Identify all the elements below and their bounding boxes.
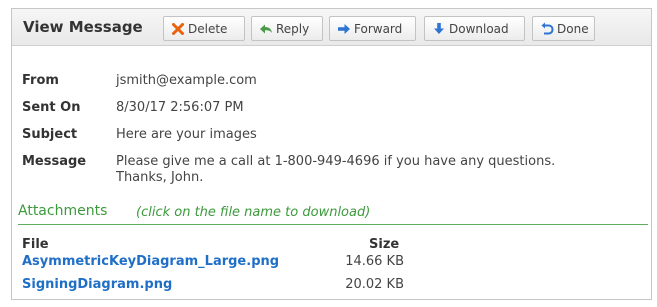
- reply-button-label: Reply: [276, 21, 310, 36]
- from-value: jsmith@example.com: [116, 73, 257, 88]
- delete-button[interactable]: Delete: [163, 16, 245, 41]
- toolbar: View Message Delete Reply Forward Downlo…: [12, 9, 651, 46]
- delete-button-label: Delete: [188, 21, 228, 36]
- file-column-header: File: [22, 237, 49, 252]
- forward-button[interactable]: Forward: [329, 16, 416, 41]
- subject-label: Subject: [22, 127, 78, 142]
- attachment-size: 14.66 KB: [345, 254, 404, 269]
- sent-on-value: 8/30/17 2:56:07 PM: [116, 100, 244, 115]
- reply-arrow-icon: [259, 22, 273, 36]
- download-button-label: Download: [449, 21, 509, 36]
- down-arrow-icon: [432, 22, 446, 36]
- forward-button-label: Forward: [354, 21, 403, 36]
- attachments-hint: (click on the file name to download): [136, 205, 371, 220]
- done-button-label: Done: [557, 21, 589, 36]
- attachment-link[interactable]: SigningDiagram.png: [22, 277, 172, 292]
- done-button[interactable]: Done: [532, 16, 595, 41]
- from-label: From: [22, 73, 59, 88]
- subject-value: Here are your images: [116, 127, 257, 142]
- x-icon: [171, 22, 185, 36]
- attachment-link[interactable]: AsymmetricKeyDiagram_Large.png: [22, 254, 279, 269]
- message-body-line-2: Thanks, John.: [116, 170, 204, 185]
- download-button[interactable]: Download: [424, 16, 525, 41]
- message-body-line-1: Please give me a call at 1-800-949-4696 …: [116, 154, 556, 169]
- message-label: Message: [22, 154, 87, 169]
- attachments-header: Attachments (click on the file name to d…: [18, 203, 648, 225]
- undo-arrow-icon: [540, 22, 554, 36]
- reply-button[interactable]: Reply: [251, 16, 323, 41]
- message-panel: View Message Delete Reply Forward Downlo…: [11, 8, 652, 300]
- page-title: View Message: [23, 18, 143, 36]
- attachments-title: Attachments: [18, 203, 108, 219]
- forward-arrow-icon: [337, 22, 351, 36]
- sent-on-label: Sent On: [22, 100, 81, 115]
- attachment-size: 20.02 KB: [345, 277, 404, 292]
- size-column-header: Size: [369, 237, 400, 252]
